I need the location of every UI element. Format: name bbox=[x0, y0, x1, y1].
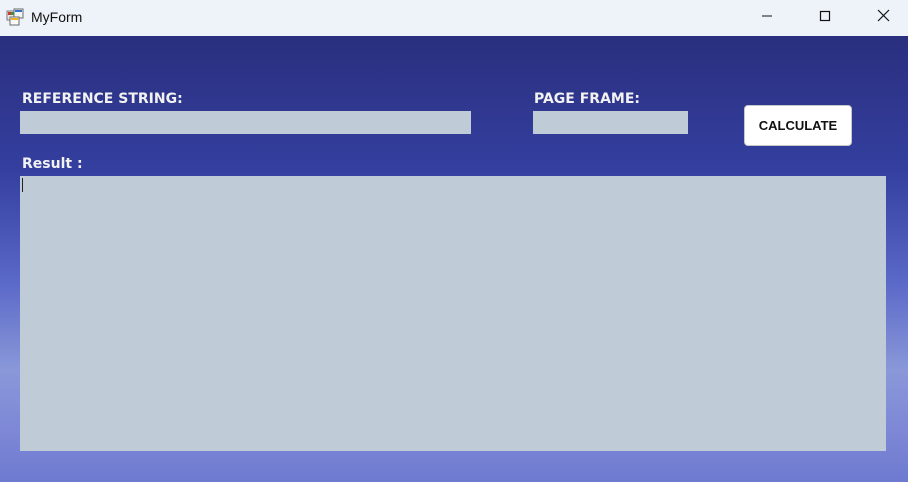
close-icon bbox=[877, 9, 890, 27]
title-bar[interactable]: MyForm bbox=[0, 0, 908, 36]
calculate-button[interactable]: CALCULATE bbox=[744, 105, 852, 146]
app-window: MyForm REFERENCE STRING: PAGE FRAME: CAL… bbox=[0, 0, 908, 482]
window-title: MyForm bbox=[31, 9, 83, 25]
result-label: Result : bbox=[22, 156, 83, 172]
close-button[interactable] bbox=[854, 0, 908, 36]
reference-string-input[interactable] bbox=[20, 111, 471, 134]
form-client-area: REFERENCE STRING: PAGE FRAME: CALCULATE … bbox=[0, 36, 908, 482]
result-textarea[interactable] bbox=[20, 176, 886, 451]
minimize-icon bbox=[761, 9, 773, 27]
reference-string-label: REFERENCE STRING: bbox=[22, 91, 183, 107]
page-frame-label: PAGE FRAME: bbox=[534, 91, 641, 107]
form-app-icon bbox=[6, 8, 24, 26]
maximize-icon bbox=[819, 9, 831, 27]
text-caret bbox=[22, 178, 23, 192]
minimize-button[interactable] bbox=[738, 0, 796, 36]
page-frame-input[interactable] bbox=[533, 111, 688, 134]
maximize-button[interactable] bbox=[796, 0, 854, 36]
